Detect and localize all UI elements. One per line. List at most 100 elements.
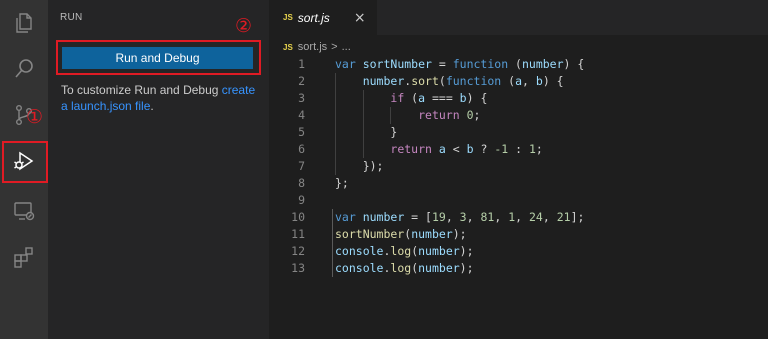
cursor-guide xyxy=(332,260,333,277)
code-line[interactable]: 8}; xyxy=(269,175,768,192)
code-text: console.log(number); xyxy=(335,260,474,277)
code-token: < xyxy=(445,142,467,156)
code-line[interactable]: 1 var sortNumber = function (number) { xyxy=(269,56,768,73)
code-text: } xyxy=(335,124,397,141)
code-text: sortNumber(number); xyxy=(335,226,467,243)
code-token: ) { xyxy=(542,74,564,88)
search-icon xyxy=(15,59,33,78)
code-token: number xyxy=(418,261,460,275)
code-line[interactable]: 5 } xyxy=(269,124,768,141)
code-line[interactable]: 9 xyxy=(269,192,768,209)
code-token: = xyxy=(431,57,453,71)
activity-search[interactable] xyxy=(0,46,48,92)
code-token: number xyxy=(411,227,453,241)
code-token: ( xyxy=(438,74,446,88)
code-token: sort xyxy=(411,74,439,88)
tab-label: sort.js xyxy=(297,10,330,25)
code-token: , xyxy=(542,210,557,224)
code-text: var number = [19, 3, 81, 1, 24, 21]; xyxy=(335,209,584,226)
code-area[interactable]: 1 var sortNumber = function (number) {2 n… xyxy=(269,56,768,277)
highlight-run-button xyxy=(56,40,261,75)
line-number: 13 xyxy=(291,261,305,275)
code-token: console xyxy=(335,261,384,275)
line-number: 9 xyxy=(298,193,305,207)
remote-explorer-icon xyxy=(14,202,35,221)
code-text: return 0; xyxy=(335,107,480,124)
line-number: 6 xyxy=(298,142,305,156)
code-line[interactable]: 13 console.log(number); xyxy=(269,260,768,277)
code-token: number xyxy=(418,244,460,258)
line-number: 4 xyxy=(298,108,305,122)
code-token: number xyxy=(362,74,405,88)
code-token: -1 xyxy=(494,142,509,156)
activity-remote-explorer[interactable] xyxy=(0,188,48,234)
code-text: var sortNumber = function (number) { xyxy=(335,56,584,73)
code-token: var xyxy=(335,210,363,224)
code-token: ); xyxy=(452,227,467,241)
code-text: return a < b ? -1 : 1; xyxy=(335,141,543,158)
close-icon[interactable]: × xyxy=(354,10,366,26)
code-line[interactable]: 6 return a < b ? -1 : 1; xyxy=(269,141,768,158)
cursor-guide xyxy=(332,209,333,226)
code-token: , xyxy=(445,210,460,224)
line-number: 8 xyxy=(298,176,305,190)
code-token: b xyxy=(535,74,543,88)
code-token: ) { xyxy=(466,91,488,105)
line-number: 1 xyxy=(298,57,305,71)
code-token: : xyxy=(508,142,529,156)
code-text: }; xyxy=(335,175,349,192)
breadcrumb-separator: > xyxy=(331,41,338,53)
cursor-guide xyxy=(332,243,333,260)
code-line[interactable]: 7 }); xyxy=(269,158,768,175)
description-text: To customize Run and Debug xyxy=(61,83,222,97)
code-token: number xyxy=(521,57,564,71)
line-number: 2 xyxy=(298,74,305,88)
code-line[interactable]: 12 console.log(number); xyxy=(269,243,768,260)
line-number: 7 xyxy=(298,159,305,173)
code-token: ; xyxy=(535,142,543,156)
code-token: 3 xyxy=(459,210,467,224)
code-line[interactable]: 4 return 0; xyxy=(269,107,768,124)
code-token: } xyxy=(335,125,398,139)
code-line[interactable]: 3 if (a === b) { xyxy=(269,90,768,107)
breadcrumb-file[interactable]: sort.js xyxy=(298,41,327,53)
code-token: , xyxy=(515,210,529,224)
annotation-marker-2: ② xyxy=(235,15,253,37)
explorer-icon xyxy=(16,13,32,33)
code-token: if xyxy=(390,91,405,105)
breadcrumb-symbol[interactable]: ... xyxy=(342,41,351,53)
code-token: function xyxy=(452,57,509,71)
code-token: sortNumber xyxy=(335,227,405,241)
code-token: log xyxy=(390,261,412,275)
code-line[interactable]: 10 var number = [19, 3, 81, 1, 24, 21]; xyxy=(269,209,768,226)
activity-extensions[interactable] xyxy=(0,234,48,280)
line-number: 5 xyxy=(298,125,305,139)
code-line[interactable]: 2 number.sort(function (a, b) { xyxy=(269,73,768,90)
code-token: 81 xyxy=(480,210,495,224)
tab-sort-js[interactable]: JS sort.js × xyxy=(269,0,377,35)
code-token: a xyxy=(515,74,523,88)
sidebar-title: RUN xyxy=(60,12,83,23)
line-number: 12 xyxy=(291,244,305,258)
line-number: 11 xyxy=(291,227,305,241)
editor: JS sort.js × JS sort.js > ... 1 var sortN… xyxy=(269,0,768,339)
code-token: ); xyxy=(459,261,474,275)
code-line[interactable]: 11 sortNumber(number); xyxy=(269,226,768,243)
code-token: === xyxy=(425,91,460,105)
highlight-run-debug xyxy=(2,141,48,183)
code-token: }; xyxy=(335,176,349,190)
code-token: a xyxy=(418,91,426,105)
code-token: number xyxy=(362,210,405,224)
activity-explorer[interactable] xyxy=(0,0,48,46)
code-token: console xyxy=(335,244,384,258)
cursor-guide xyxy=(332,226,333,243)
code-token: }); xyxy=(335,159,384,173)
code-token: ( xyxy=(404,91,419,105)
breadcrumb: JS sort.js > ... xyxy=(283,38,351,56)
code-token: function xyxy=(445,74,502,88)
line-number: 3 xyxy=(298,91,305,105)
